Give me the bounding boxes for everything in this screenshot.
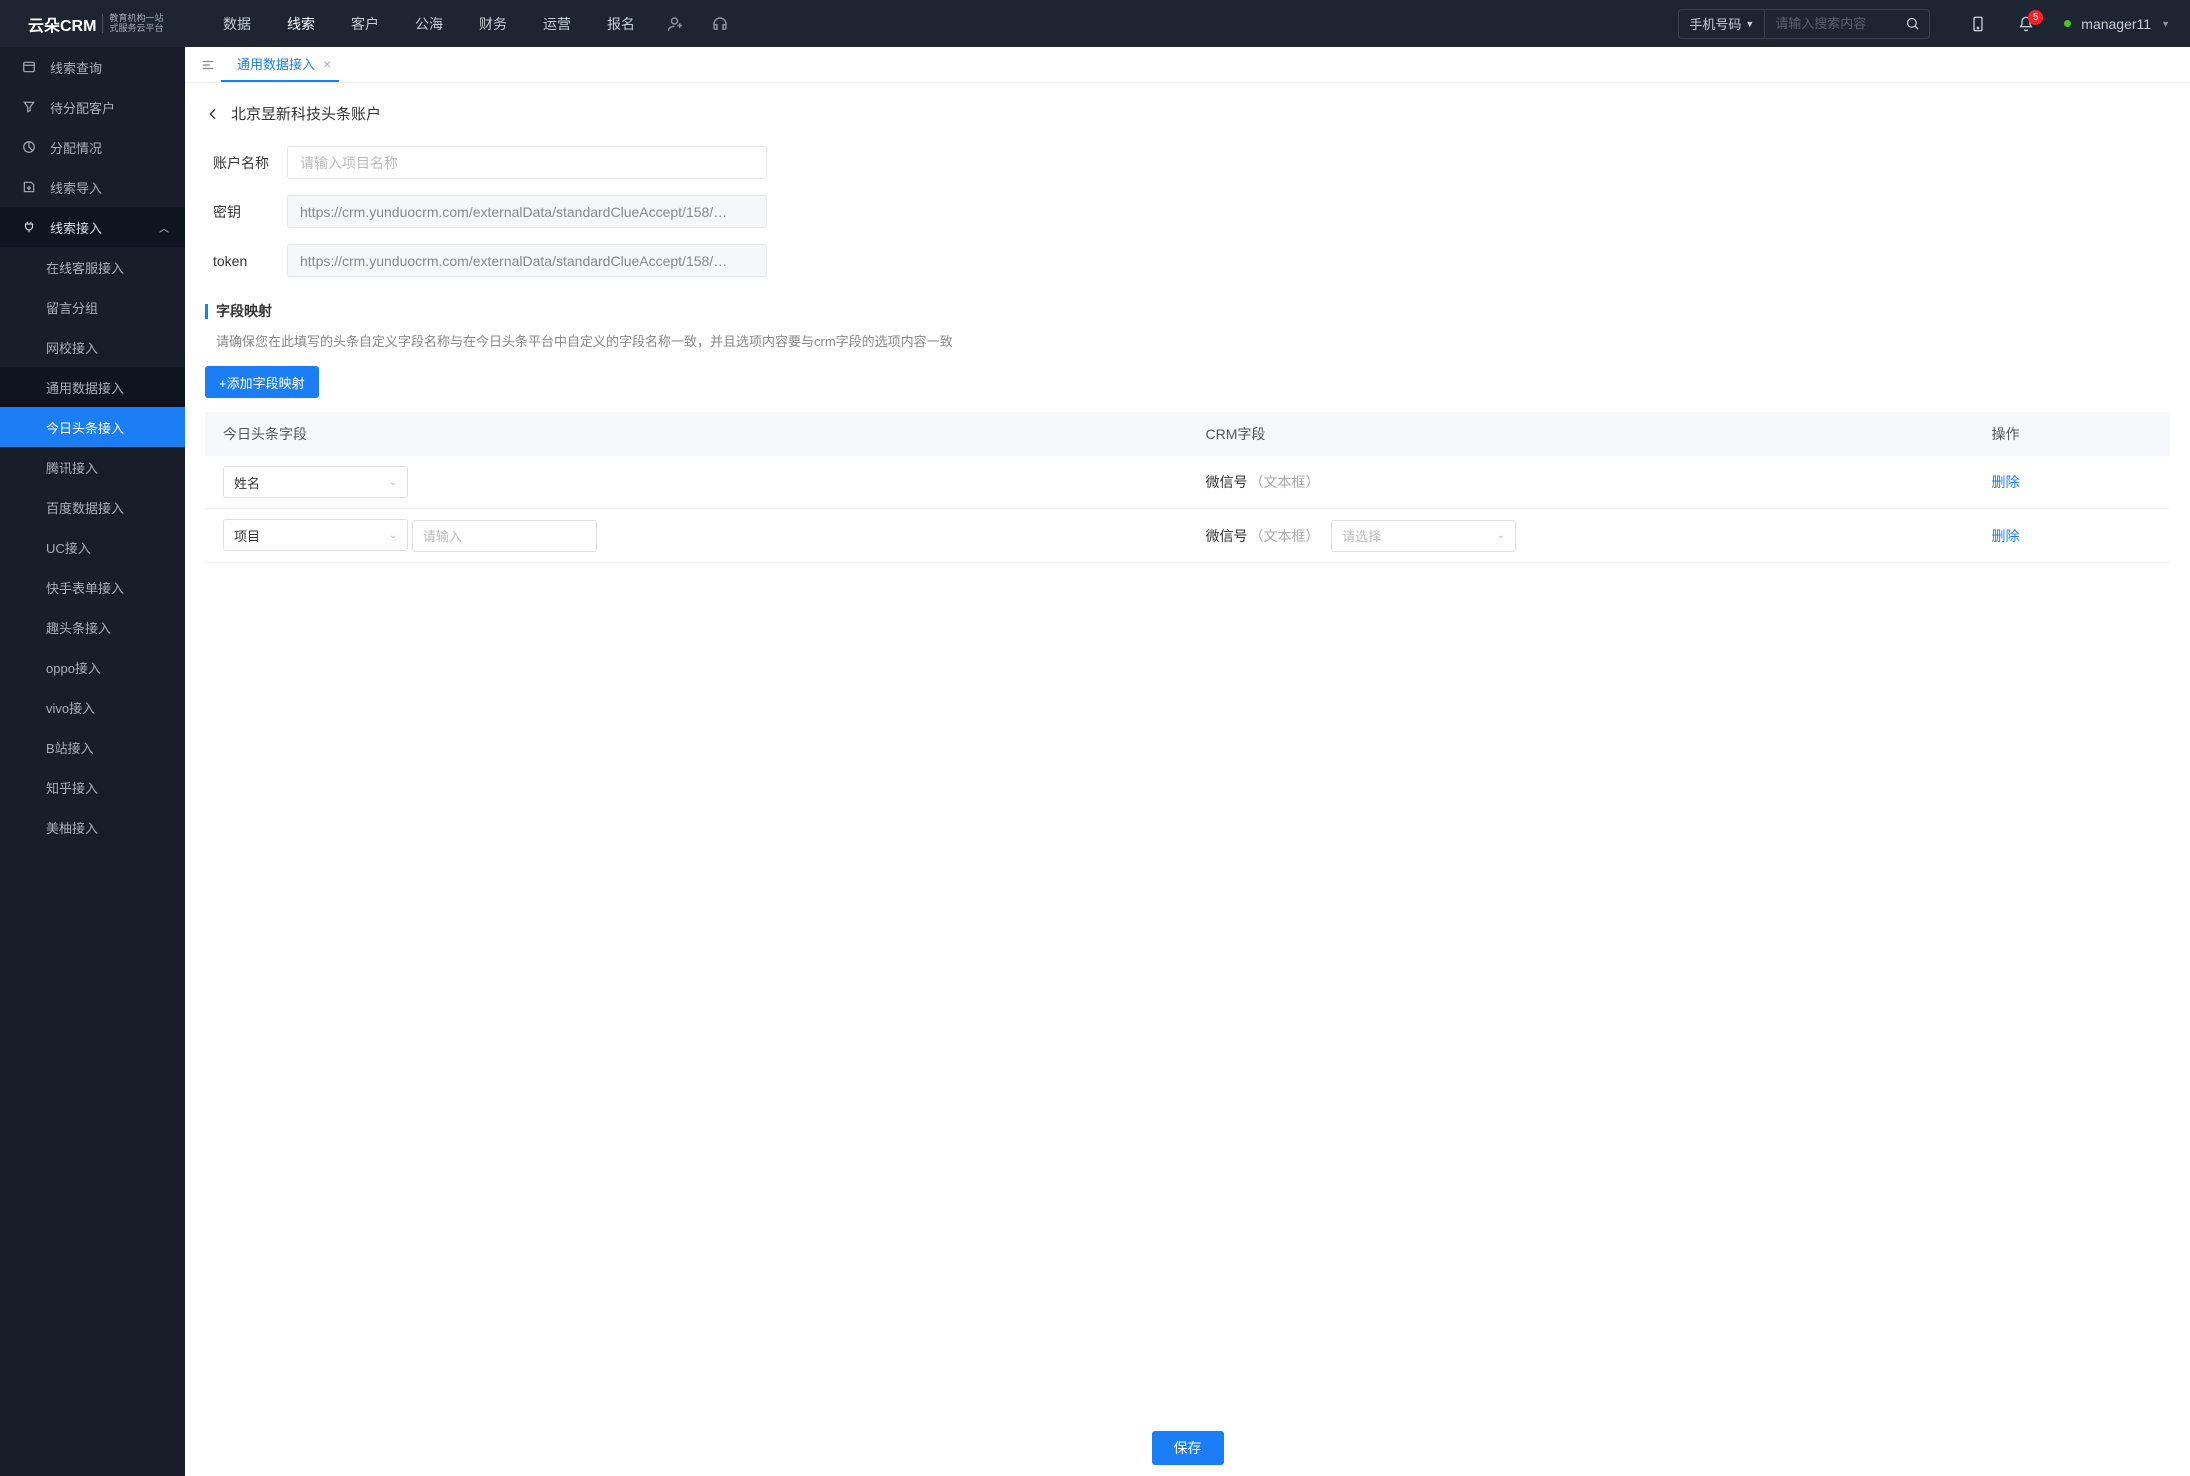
tabs-bar: 通用数据接入 × bbox=[185, 47, 2190, 83]
sidebar-item[interactable]: 分配情况 bbox=[0, 127, 185, 167]
sidebar-subitem[interactable]: 留言分组 bbox=[0, 287, 185, 327]
sidebar-group-clue-access[interactable]: 线索接入 ︿ bbox=[0, 207, 185, 247]
sidebar-subitem[interactable]: 通用数据接入 bbox=[0, 367, 185, 407]
sidebar-subitem[interactable]: UC接入 bbox=[0, 527, 185, 567]
notification-badge: 5 bbox=[2028, 10, 2043, 25]
sidebar-subitem[interactable]: 美柚接入 bbox=[0, 807, 185, 847]
plug-icon bbox=[22, 220, 36, 234]
toutiao-field-select[interactable]: 姓名⌄ bbox=[223, 466, 408, 498]
sidebar-item-label: 线索导入 bbox=[50, 178, 102, 197]
section-title: 字段映射 bbox=[216, 301, 272, 321]
back-icon[interactable] bbox=[205, 106, 221, 122]
sidebar: 线索查询待分配客户分配情况线索导入线索接入 ︿ 在线客服接入留言分组网校接入通用数据… bbox=[0, 47, 185, 1476]
sidebar-item-label: 线索接入 bbox=[50, 218, 102, 237]
input-token[interactable] bbox=[287, 244, 767, 277]
footer: 保存 bbox=[185, 1420, 2190, 1476]
search-type-label: 手机号码 bbox=[1689, 14, 1741, 33]
logo-subtitle: 教育机构一站 式服务云平台 bbox=[102, 14, 163, 34]
user-menu[interactable]: manager11 ▼ bbox=[2064, 16, 2170, 32]
save-button[interactable]: 保存 bbox=[1152, 1431, 1224, 1465]
main-area: 通用数据接入 × 北京昱新科技头条账户 账户名称 密钥 token bbox=[185, 47, 2190, 1476]
th-toutiao-field: 今日头条字段 bbox=[205, 412, 1188, 456]
funnel-icon bbox=[22, 100, 36, 114]
label-secret: 密钥 bbox=[213, 202, 269, 222]
header-icons: 5 bbox=[1970, 15, 2034, 33]
nav-item[interactable]: 报名 bbox=[589, 0, 653, 47]
input-account-name[interactable] bbox=[287, 146, 767, 179]
search-box: 手机号码 ▼ bbox=[1678, 9, 1930, 39]
nav-item[interactable]: 线索 bbox=[269, 0, 333, 47]
label-account-name: 账户名称 bbox=[213, 153, 269, 173]
pie-icon bbox=[22, 140, 36, 154]
sidebar-subitem[interactable]: 百度数据接入 bbox=[0, 487, 185, 527]
chevron-down-icon: ▼ bbox=[1745, 19, 1754, 29]
sidebar-subitem[interactable]: 知乎接入 bbox=[0, 767, 185, 807]
field-mapping-table: 今日头条字段 CRM字段 操作 姓名⌄微信号（文本框）删除项目⌄ 微信号（文本框… bbox=[205, 412, 2170, 563]
nav-item[interactable]: 数据 bbox=[205, 0, 269, 47]
sidebar-item-label: 分配情况 bbox=[50, 138, 102, 157]
search-button[interactable] bbox=[1895, 10, 1929, 38]
crm-field-select[interactable]: 请选择⌄ bbox=[1331, 520, 1516, 552]
list-icon bbox=[22, 60, 36, 74]
delete-link[interactable]: 删除 bbox=[1992, 474, 2020, 490]
chevron-down-icon: ⌄ bbox=[389, 477, 397, 488]
sidebar-item[interactable]: 线索导入 bbox=[0, 167, 185, 207]
sidebar-subitem[interactable]: 腾讯接入 bbox=[0, 447, 185, 487]
sidebar-item-label: 待分配客户 bbox=[50, 98, 115, 117]
label-token: token bbox=[213, 253, 269, 269]
input-secret[interactable] bbox=[287, 195, 767, 228]
logo-text: 云朵CRM bbox=[28, 18, 96, 35]
chevron-down-icon: ⌄ bbox=[1497, 530, 1505, 541]
chevron-down-icon: ▼ bbox=[2161, 19, 2170, 29]
sidebar-item[interactable]: 待分配客户 bbox=[0, 87, 185, 127]
content: 北京昱新科技头条账户 账户名称 密钥 token 字段映射 请确保您在此填写的头… bbox=[185, 83, 2190, 1420]
import-icon bbox=[22, 180, 36, 194]
tab-general-data-access[interactable]: 通用数据接入 × bbox=[221, 47, 339, 82]
bell-icon[interactable]: 5 bbox=[2018, 15, 2034, 33]
top-nav: 数据线索客户公海财务运营报名 bbox=[205, 0, 653, 47]
sidebar-subitem[interactable]: 网校接入 bbox=[0, 327, 185, 367]
page-title: 北京昱新科技头条账户 bbox=[231, 103, 381, 124]
toutiao-field-input[interactable] bbox=[412, 520, 597, 552]
status-dot bbox=[2064, 20, 2071, 27]
search-input[interactable] bbox=[1765, 16, 1895, 31]
user-add-icon[interactable] bbox=[667, 15, 685, 33]
sidebar-subitem[interactable]: oppo接入 bbox=[0, 647, 185, 687]
sidebar-subitem[interactable]: 快手表单接入 bbox=[0, 567, 185, 607]
crm-field-label: 微信号（文本框） bbox=[1206, 528, 1320, 544]
search-type-select[interactable]: 手机号码 ▼ bbox=[1679, 10, 1765, 38]
nav-item[interactable]: 运营 bbox=[525, 0, 589, 47]
section-accent-bar bbox=[205, 304, 208, 319]
th-crm-field: CRM字段 bbox=[1188, 412, 1974, 456]
close-icon[interactable]: × bbox=[323, 56, 331, 72]
mobile-icon[interactable] bbox=[1970, 15, 1986, 33]
th-operation: 操作 bbox=[1974, 412, 2171, 456]
nav-item[interactable]: 客户 bbox=[333, 0, 397, 47]
add-field-mapping-button[interactable]: +添加字段映射 bbox=[205, 366, 319, 398]
table-row: 项目⌄ 微信号（文本框） 请选择⌄ 删除 bbox=[205, 509, 2170, 563]
crm-field-label: 微信号（文本框） bbox=[1206, 474, 1320, 490]
nav-item[interactable]: 财务 bbox=[461, 0, 525, 47]
logo: 云朵CRM 教育机构一站 式服务云平台 bbox=[0, 0, 185, 47]
toutiao-field-select[interactable]: 项目⌄ bbox=[223, 519, 408, 551]
sidebar-subitem[interactable]: B站接入 bbox=[0, 727, 185, 767]
delete-link[interactable]: 删除 bbox=[1992, 528, 2020, 544]
chevron-up-icon: ︿ bbox=[159, 220, 169, 235]
table-row: 姓名⌄ 微信号（文本框） 删除 bbox=[205, 456, 2170, 509]
username: manager11 bbox=[2081, 16, 2151, 32]
sidebar-item-label: 线索查询 bbox=[50, 58, 102, 77]
sidebar-subitem[interactable]: vivo接入 bbox=[0, 687, 185, 727]
nav-item[interactable]: 公海 bbox=[397, 0, 461, 47]
sidebar-subitem[interactable]: 趣头条接入 bbox=[0, 607, 185, 647]
tab-label: 通用数据接入 bbox=[237, 54, 315, 73]
header-bar: 云朵CRM 教育机构一站 式服务云平台 数据线索客户公海财务运营报名 手机号码 … bbox=[0, 0, 2190, 47]
chevron-down-icon: ⌄ bbox=[389, 530, 397, 541]
collapse-menu-icon[interactable] bbox=[195, 47, 221, 82]
sidebar-subitem[interactable]: 今日头条接入 bbox=[0, 407, 185, 447]
sidebar-subitem[interactable]: 在线客服接入 bbox=[0, 247, 185, 287]
sidebar-item[interactable]: 线索查询 bbox=[0, 47, 185, 87]
headset-icon[interactable] bbox=[711, 15, 729, 33]
section-hint: 请确保您在此填写的头条自定义字段名称与在今日头条平台中自定义的字段名称一致，并且… bbox=[205, 331, 2170, 350]
